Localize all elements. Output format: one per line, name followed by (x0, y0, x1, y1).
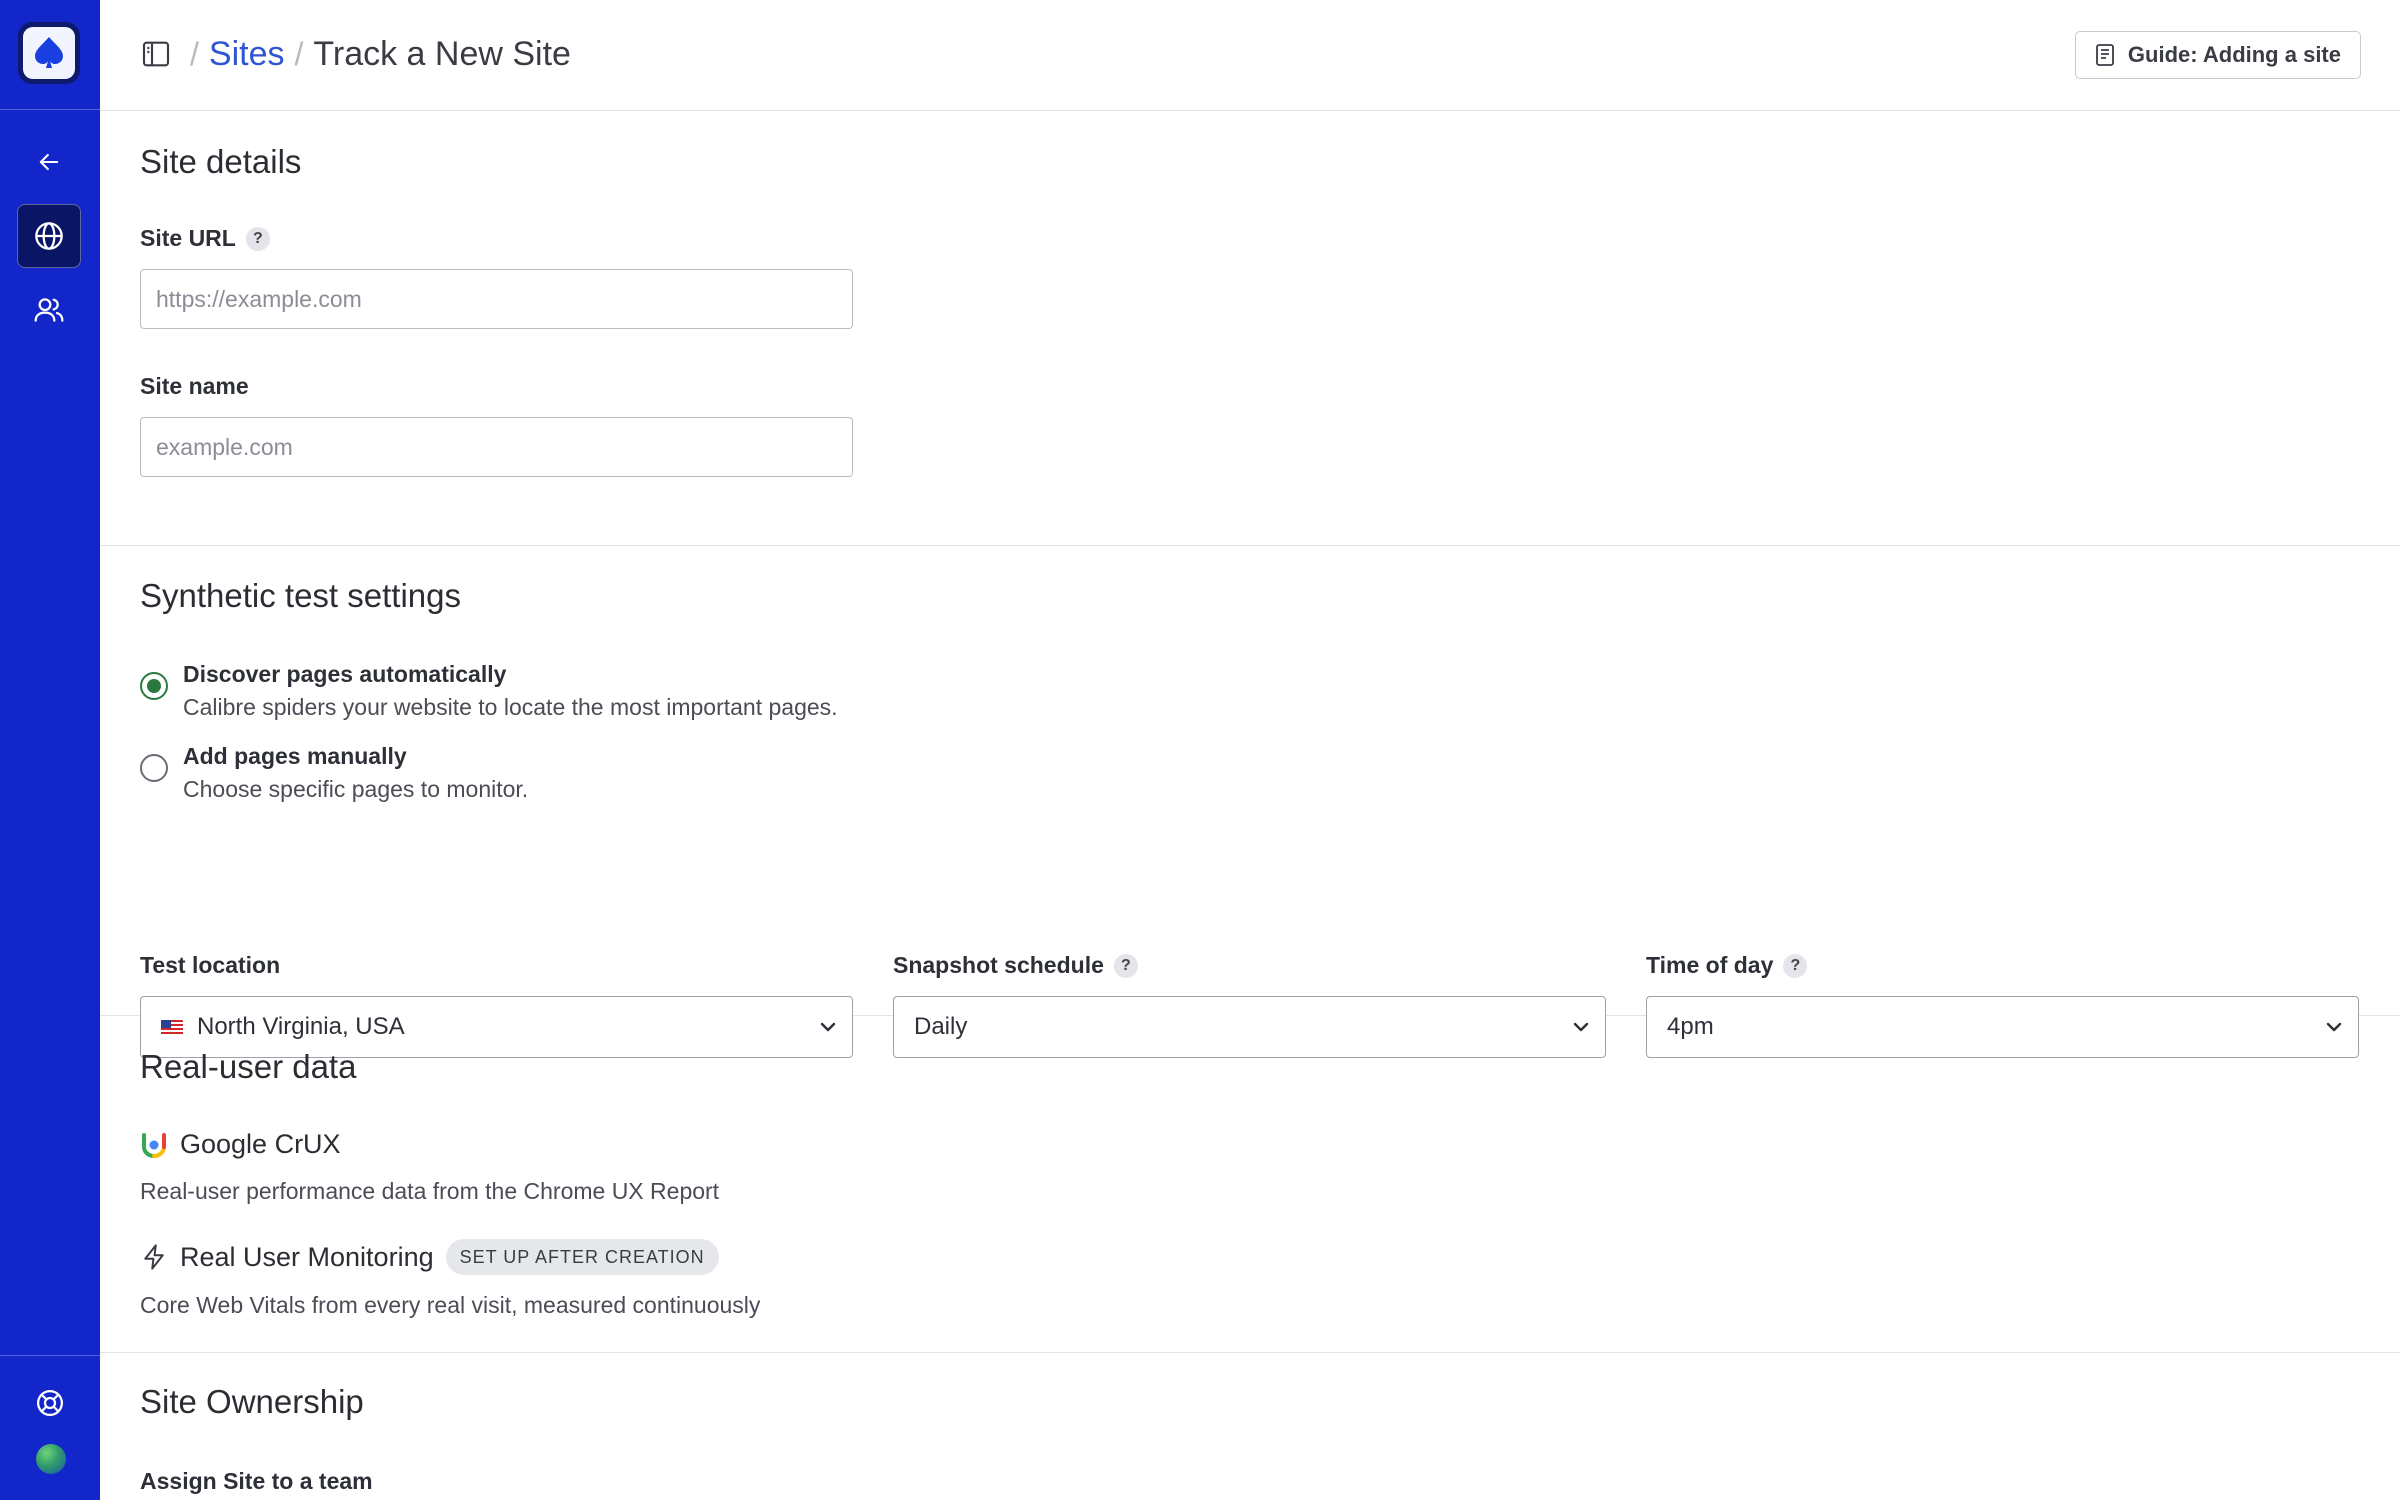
lifebuoy-icon (37, 1390, 63, 1416)
section-heading: Site Ownership (140, 1383, 364, 1420)
assign-team-label-text: Assign Site to a team (140, 1468, 373, 1494)
avatar[interactable] (36, 1444, 66, 1474)
real-user-data-section: Real-user data Google CrUX Real-user per… (100, 1016, 2400, 1353)
radio-option-manual[interactable]: Add pages manually Choose specific pages… (140, 740, 528, 806)
radio-button-checked[interactable] (140, 672, 168, 700)
crux-row: Google CrUX (140, 1129, 341, 1160)
radio-description: Calibre spiders your website to locate t… (183, 694, 838, 720)
site-ownership-section: Site Ownership Assign Site to a team (100, 1353, 2400, 1500)
globe-icon (35, 222, 63, 250)
breadcrumb-separator: / (190, 35, 199, 72)
lightning-icon (144, 1244, 164, 1270)
time-of-day-label-text: Time of day (1646, 952, 1774, 978)
assign-team-label: Assign Site to a team (140, 1468, 373, 1495)
site-details-section: Site details Site URL ? Site name (100, 111, 2400, 546)
breadcrumb-sites-link[interactable]: Sites (209, 35, 285, 74)
help-badge-icon[interactable]: ? (245, 226, 270, 251)
status-badge: SET UP AFTER CREATION (445, 1239, 719, 1275)
users-icon (34, 298, 64, 322)
site-url-label-text: Site URL (140, 225, 236, 251)
crux-description: Real-user performance data from the Chro… (140, 1178, 720, 1204)
back-button[interactable] (17, 130, 81, 194)
radio-title: Add pages manually (183, 743, 407, 769)
main-content: Site details Site URL ? Site name Synthe… (100, 111, 2400, 1500)
section-heading: Synthetic test settings (140, 577, 461, 614)
sidebar-item-sites[interactable] (17, 204, 81, 268)
breadcrumb: / Sites / Track a New Site (180, 30, 571, 78)
crux-title: Google CrUX (180, 1129, 341, 1159)
site-name-label: Site name (140, 373, 249, 400)
radio-title: Discover pages automatically (183, 661, 507, 687)
rum-title: Real User Monitoring (180, 1241, 434, 1272)
site-url-label: Site URL ? (140, 225, 270, 252)
section-heading: Real-user data (140, 1048, 357, 1085)
synthetic-settings-section: Synthetic test settings Discover pages a… (100, 546, 2400, 1058)
test-location-label-wrap: Test location (140, 952, 280, 979)
site-url-input[interactable] (140, 269, 853, 329)
rum-row: Real User Monitoring SET UP AFTER CREATI… (140, 1239, 719, 1275)
time-of-day-label: Time of day ? (1646, 952, 1808, 979)
help-button[interactable] (25, 1378, 75, 1428)
section-heading: Site details (140, 143, 302, 180)
sidebar (0, 0, 100, 1500)
site-name-input[interactable] (140, 417, 853, 477)
radio-description: Choose specific pages to monitor. (183, 776, 529, 802)
spade-logo-icon (23, 27, 75, 79)
top-header: / Sites / Track a New Site Guide: Adding… (100, 0, 2400, 111)
sidebar-item-team[interactable] (17, 278, 81, 342)
guide-button[interactable]: Guide: Adding a site (2074, 31, 2361, 79)
sidebar-toggle-icon[interactable] (140, 38, 172, 70)
breadcrumb-separator: / (294, 35, 304, 72)
guide-button-label: Guide: Adding a site (2127, 42, 2341, 67)
snapshot-schedule-label-text: Snapshot schedule (893, 952, 1104, 978)
radio-option-auto[interactable]: Discover pages automatically Calibre spi… (140, 658, 838, 724)
rum-description: Core Web Vitals from every real visit, m… (140, 1292, 761, 1318)
app-logo[interactable] (18, 22, 80, 84)
crux-icon (142, 1132, 166, 1158)
snapshot-schedule-label: Snapshot schedule ? (893, 952, 1138, 979)
book-icon (2096, 44, 2114, 66)
page-title: Track a New Site (313, 34, 571, 73)
arrow-left-icon (39, 153, 59, 171)
help-badge-icon[interactable]: ? (1783, 953, 1808, 978)
site-name-label-text: Site name (140, 373, 249, 399)
test-location-label-text: Test location (140, 952, 281, 978)
radio-button[interactable] (140, 754, 168, 782)
sidebar-footer (0, 1355, 100, 1500)
logo-area (0, 0, 100, 110)
help-badge-icon[interactable]: ? (1113, 953, 1138, 978)
